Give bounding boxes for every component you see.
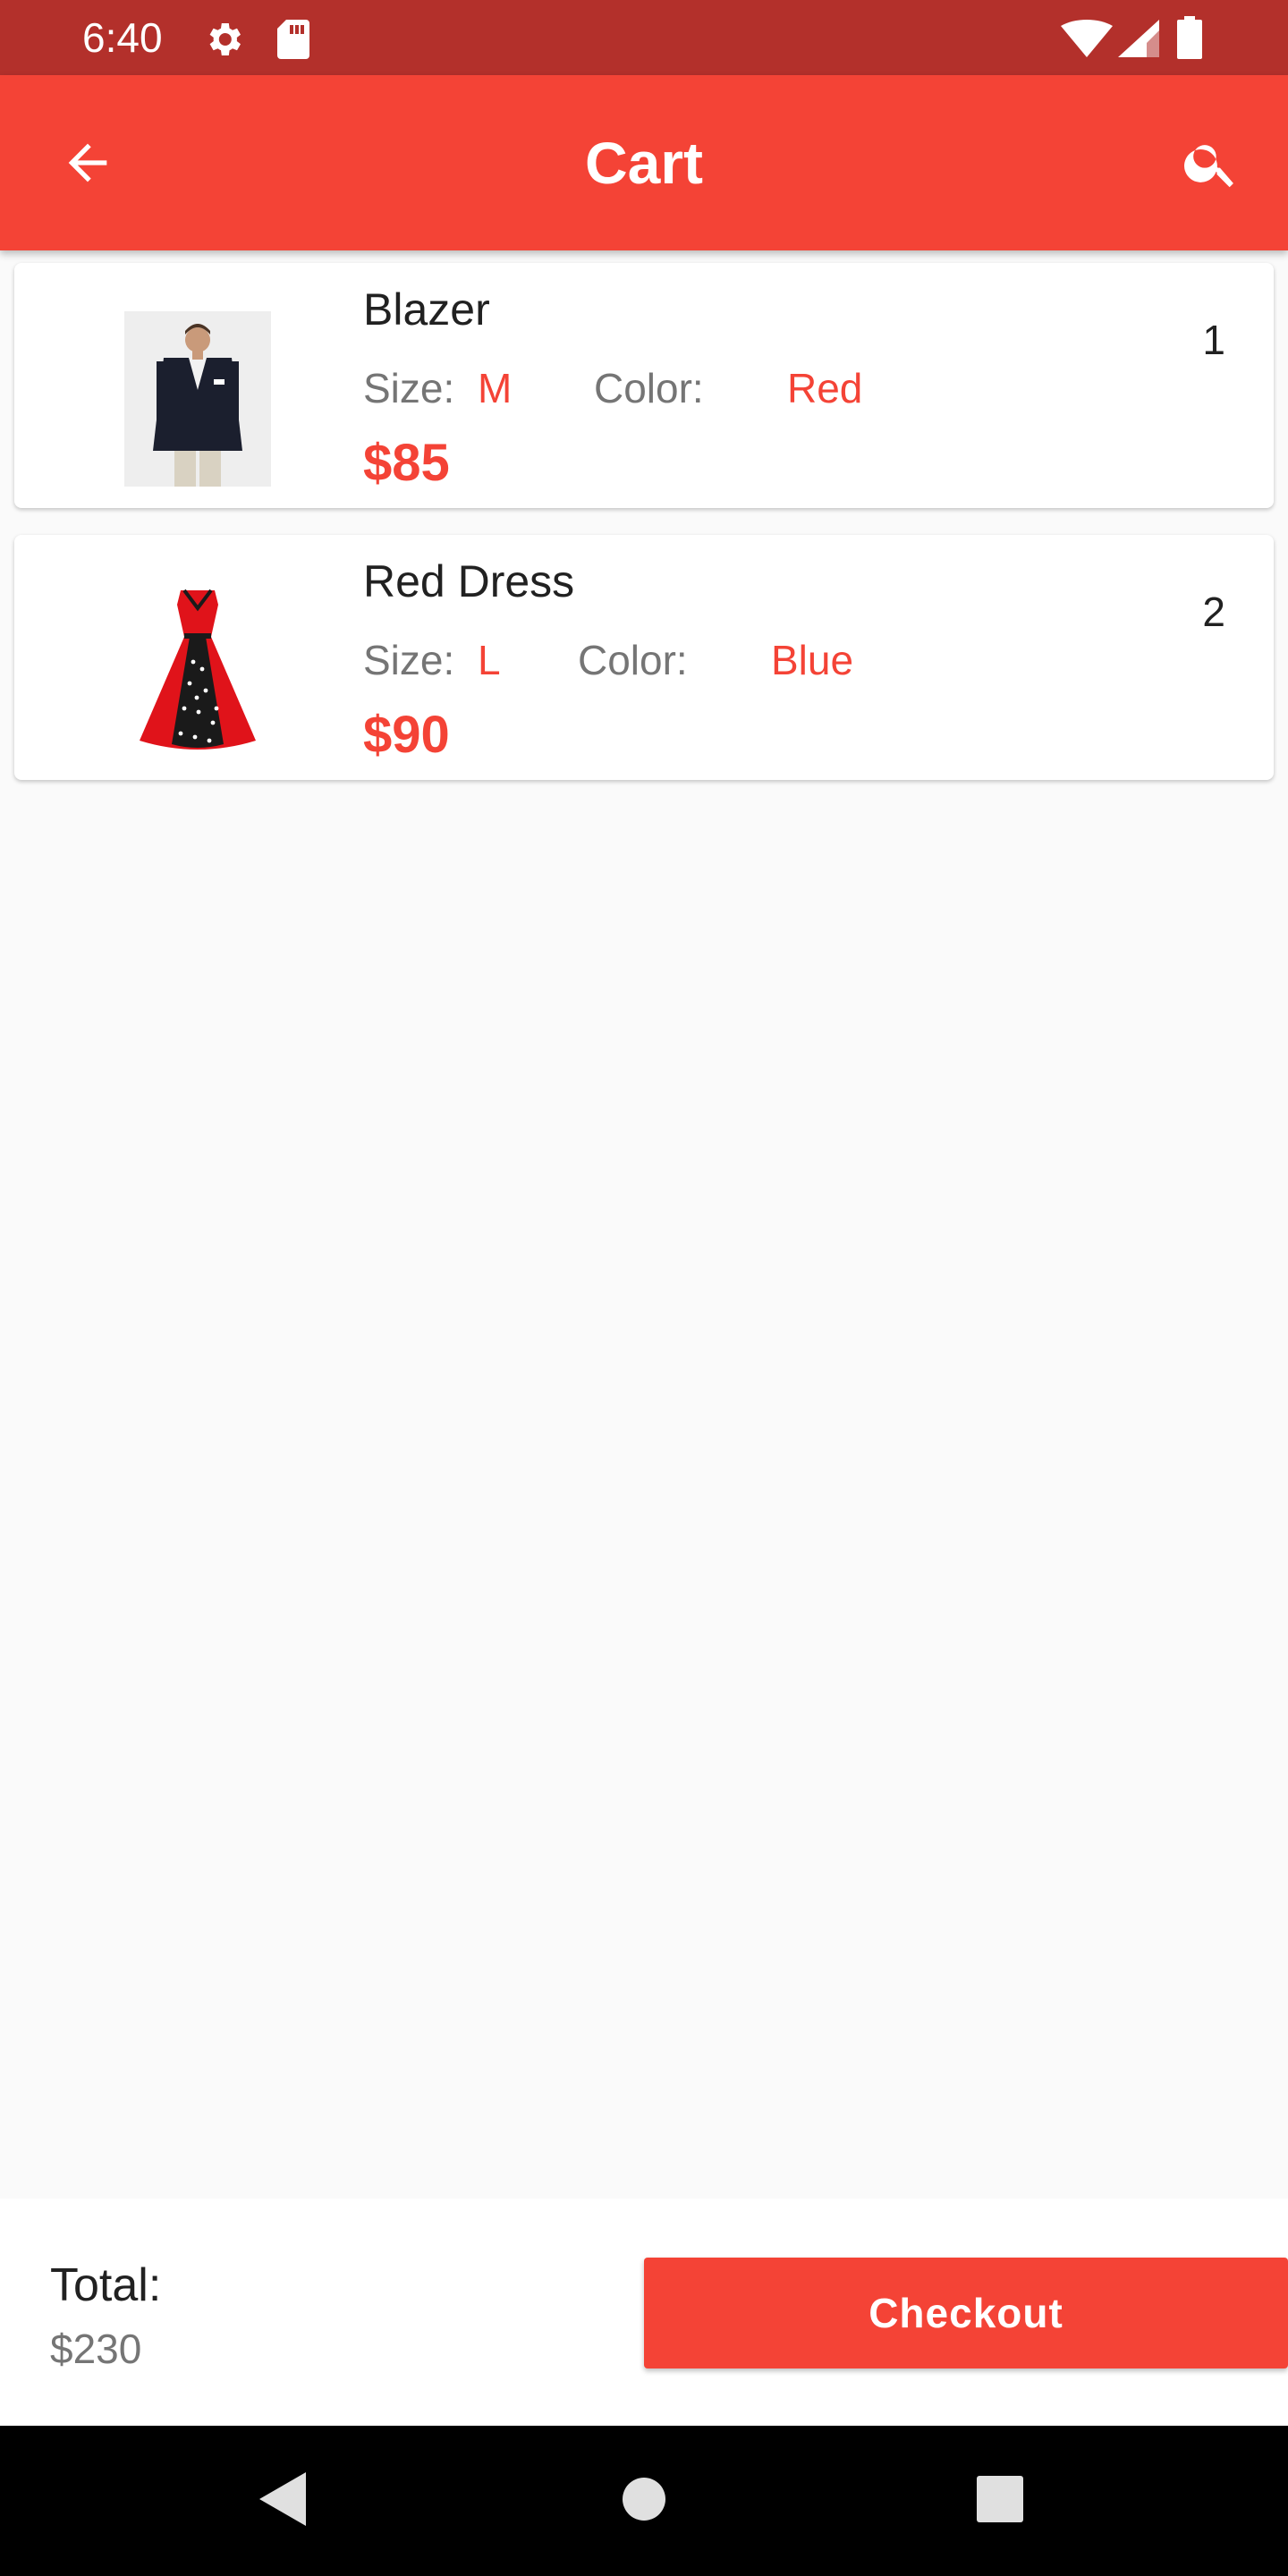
size-label: Size: — [363, 637, 455, 683]
color-value: Blue — [771, 637, 854, 683]
nav-home-button[interactable] — [608, 2465, 680, 2537]
size-value: M — [478, 365, 513, 411]
color-value: Red — [787, 365, 863, 411]
blazer-image — [113, 311, 283, 487]
wifi-icon — [1061, 20, 1113, 62]
checkout-button[interactable]: Checkout — [644, 2258, 1288, 2368]
settings-icon — [202, 18, 245, 65]
color-label: Color: — [578, 637, 688, 683]
back-triangle-icon — [259, 2471, 309, 2530]
nav-back-button[interactable] — [249, 2465, 320, 2537]
size-value: L — [478, 637, 501, 683]
status-time: 6:40 — [82, 14, 163, 61]
search-button[interactable] — [1175, 129, 1247, 200]
cart-item-card[interactable]: Blazer Size: M Color: Red $85 1 — [14, 263, 1274, 508]
total-value: $230 — [50, 2326, 142, 2372]
item-quantity: 2 — [1202, 589, 1225, 635]
color-label: Color: — [594, 365, 704, 411]
item-price: $90 — [363, 706, 450, 764]
item-price: $85 — [363, 434, 450, 492]
page-title: Cart — [584, 130, 704, 196]
battery-icon — [1177, 16, 1202, 64]
recents-square-icon — [977, 2475, 1023, 2527]
app-bar: Cart — [0, 75, 1288, 250]
item-name: Red Dress — [363, 556, 575, 606]
sd-card-icon — [274, 18, 313, 65]
red-dress-image — [113, 583, 283, 758]
cart-item-card[interactable]: Red Dress Size: L Color: Blue $90 2 — [14, 535, 1274, 780]
item-name: Blazer — [363, 284, 490, 335]
size-label: Size: — [363, 365, 455, 411]
status-bar: 6:40 — [0, 0, 1288, 75]
signal-icon — [1118, 20, 1159, 62]
system-nav-bar — [0, 2426, 1288, 2576]
search-icon — [1181, 132, 1241, 198]
item-quantity: 1 — [1202, 317, 1225, 363]
checkout-bar: Total: $230 Checkout — [0, 2199, 1288, 2426]
nav-recents-button[interactable] — [964, 2465, 1036, 2537]
total-label: Total: — [50, 2259, 162, 2311]
home-circle-icon — [622, 2477, 666, 2526]
